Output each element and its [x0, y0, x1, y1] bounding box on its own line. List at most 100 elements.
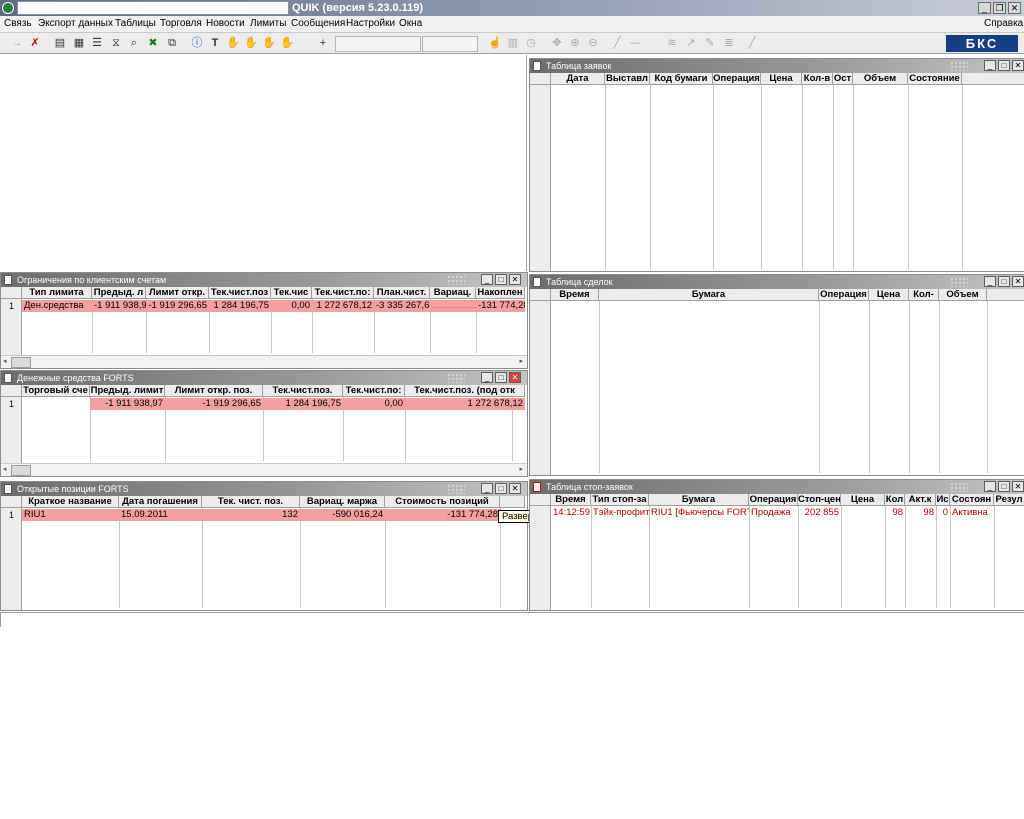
column-header[interactable]: Торговый сче	[22, 385, 90, 397]
column-header[interactable]: Тип лимита	[22, 287, 92, 299]
column-header[interactable]: Бумага	[599, 289, 819, 301]
hand4-icon[interactable]: ✋	[280, 36, 294, 50]
column-header[interactable]: Объем	[853, 73, 908, 85]
horizontal-scrollbar[interactable]: ◂ ▸	[1, 355, 527, 368]
disconnect-icon[interactable]: ✗	[28, 36, 42, 50]
column-header[interactable]: Стоимость позиций	[385, 496, 500, 508]
restore-icon[interactable]: ❐	[993, 2, 1006, 14]
column-header[interactable]: Накоплен	[476, 287, 525, 299]
window-title-bar[interactable]: Ограничения по клиентским счетам _ □ ✕	[1, 273, 527, 287]
arrow-icon[interactable]: ↗	[684, 36, 698, 50]
zoom-out-icon[interactable]: ⊖	[586, 36, 600, 50]
column-header[interactable]: Состоян	[950, 494, 994, 506]
close-icon[interactable]: ✕	[509, 274, 521, 285]
column-header[interactable]: Состояние	[908, 73, 962, 85]
maximize-icon[interactable]: □	[998, 481, 1010, 492]
column-header[interactable]: Кол-	[909, 289, 939, 301]
column-header[interactable]: Предыд. лимит	[90, 385, 165, 397]
title-input[interactable]	[17, 1, 289, 15]
column-header[interactable]: Ис	[936, 494, 950, 506]
scroll-right-icon[interactable]: ▸	[519, 464, 523, 476]
menu-news[interactable]: Новости	[206, 18, 245, 29]
column-header[interactable]: План.чист.	[374, 287, 430, 299]
window-title-bar[interactable]: Таблица заявок _ □ ✕	[530, 59, 1024, 73]
column-header[interactable]: Операция	[749, 494, 798, 506]
hand3-icon[interactable]: ✋	[262, 36, 276, 50]
column-header[interactable]: Цена	[869, 289, 909, 301]
scroll-right-icon[interactable]: ▸	[519, 356, 523, 368]
menu-settings[interactable]: Настройки	[346, 18, 395, 29]
close-icon[interactable]: ✕	[1008, 2, 1021, 14]
list-icon[interactable]: ☰	[90, 36, 104, 50]
menu-limits[interactable]: Лимиты	[250, 18, 286, 29]
clock-icon[interactable]: ◷	[524, 36, 538, 50]
close-icon[interactable]: ✕	[1012, 481, 1024, 492]
move-icon[interactable]: ✥	[550, 36, 564, 50]
maximize-icon[interactable]: □	[495, 274, 507, 285]
column-header[interactable]: Цена	[841, 494, 885, 506]
menu-help[interactable]: Справка	[984, 18, 1023, 29]
column-header[interactable]: Вариац.	[430, 287, 476, 299]
maximize-icon[interactable]: □	[495, 483, 507, 494]
hline-icon[interactable]: —	[628, 36, 642, 50]
search-icon[interactable]: ⌕	[127, 36, 141, 50]
window-title-bar[interactable]: Денежные средства FORTS _ □ ✕	[1, 371, 527, 385]
menu-windows[interactable]: Окна	[399, 18, 422, 29]
column-header[interactable]: Краткое название	[22, 496, 119, 508]
column-header[interactable]: Тек.чист.по:	[312, 287, 374, 299]
minimize-icon[interactable]: _	[984, 481, 996, 492]
maximize-icon[interactable]: □	[495, 372, 507, 383]
pointer-icon[interactable]: ☝	[488, 36, 502, 50]
column-header[interactable]: Объем	[939, 289, 987, 301]
security-field[interactable]	[335, 36, 421, 52]
app-icon[interactable]	[2, 2, 14, 14]
column-header[interactable]: Резул	[994, 494, 1024, 506]
column-header[interactable]: Лимит откр.	[146, 287, 209, 299]
column-header[interactable]: Дата погашения	[119, 496, 202, 508]
column-header[interactable]: Время	[551, 494, 591, 506]
brush-icon[interactable]: ╱	[745, 36, 759, 50]
column-header[interactable]: Ост	[833, 73, 853, 85]
hand2-icon[interactable]: ✋	[244, 36, 258, 50]
column-header[interactable]: Код бумаги	[650, 73, 713, 85]
horizontal-scrollbar[interactable]: ◂ ▸	[1, 463, 527, 476]
menu-tables[interactable]: Таблицы	[115, 18, 156, 29]
column-header[interactable]: Выставл	[605, 73, 650, 85]
minimize-icon[interactable]: _	[984, 276, 996, 287]
table-icon[interactable]: ▤	[53, 36, 67, 50]
column-header[interactable]: Акт.к	[905, 494, 936, 506]
info-icon[interactable]: ⓘ	[190, 36, 204, 50]
column-header[interactable]: Кол-в	[802, 73, 833, 85]
filter-icon[interactable]: ⧖	[109, 36, 123, 50]
quantity-field[interactable]	[422, 36, 478, 52]
column-header[interactable]: Цена	[761, 73, 802, 85]
column-header[interactable]: Тип стоп-за	[591, 494, 649, 506]
maximize-icon[interactable]: □	[998, 60, 1010, 71]
column-header[interactable]: Тек.чист.поз. (под отк	[405, 385, 525, 397]
chart-bar-icon[interactable]: ▥	[506, 36, 520, 50]
column-header[interactable]: Операция	[713, 73, 761, 85]
window-title-bar[interactable]: Открытые позиции FORTS _ □ ✕	[1, 482, 527, 496]
scroll-left-icon[interactable]: ◂	[3, 464, 7, 476]
minimize-icon[interactable]: _	[984, 60, 996, 71]
menu-messages[interactable]: Сообщения	[291, 18, 345, 29]
column-header[interactable]: Бумага	[649, 494, 749, 506]
connect-icon[interactable]: →	[10, 36, 24, 50]
column-header[interactable]: Кол	[885, 494, 905, 506]
column-header[interactable]: Тек.чист.по:	[343, 385, 405, 397]
scroll-left-icon[interactable]: ◂	[3, 356, 7, 368]
quotes-icon[interactable]: ▦	[72, 36, 86, 50]
minimize-icon[interactable]: _	[481, 372, 493, 383]
column-header[interactable]: Тек. чист. поз.	[202, 496, 300, 508]
column-header[interactable]: Тек.чист.поз.	[263, 385, 343, 397]
line-icon[interactable]: ╱	[610, 36, 624, 50]
menu-export[interactable]: Экспорт данных	[38, 18, 113, 29]
column-header[interactable]: Вариац. маржа	[300, 496, 385, 508]
close-icon[interactable]: ✕	[509, 483, 521, 494]
column-header[interactable]: Операция	[819, 289, 869, 301]
copy-icon[interactable]: ⧉	[165, 36, 179, 50]
close-icon[interactable]: ✕	[1012, 60, 1024, 71]
scroll-thumb[interactable]	[11, 465, 31, 476]
column-header[interactable]: Тек.чист.поз	[209, 287, 271, 299]
excel-icon[interactable]: ✖	[146, 36, 160, 50]
